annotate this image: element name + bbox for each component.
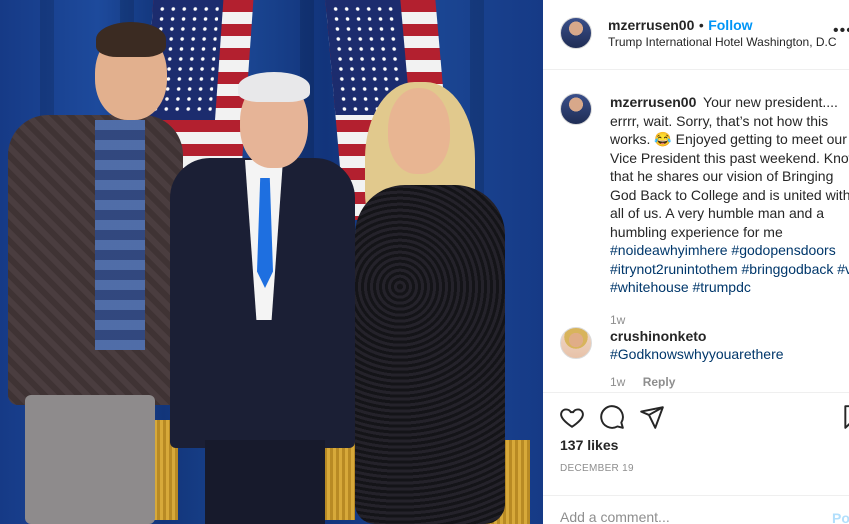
comment-username[interactable]: crushinonketo <box>610 327 849 345</box>
caption-text: Your new president.... errrr, wait. Sorr… <box>610 94 849 240</box>
post-detail-panel: mzerrusen00 • Follow Trump International… <box>543 0 849 524</box>
person-right <box>330 0 530 524</box>
add-comment-input[interactable] <box>560 509 800 524</box>
author-username[interactable]: mzerrusen00 <box>608 17 694 33</box>
post-caption: mzerrusen00 Your new president.... errrr… <box>610 93 849 329</box>
caption-hashtags[interactable]: #noideawhyimhere #godopensdoors #itrynot… <box>610 242 849 295</box>
comment-age[interactable]: 1w <box>610 375 625 389</box>
comment-text[interactable]: #Godknowswhyyouarethere <box>610 345 849 363</box>
post-header: mzerrusen00 • Follow Trump International… <box>543 0 849 70</box>
share-icon[interactable] <box>639 404 665 430</box>
author-avatar[interactable] <box>560 17 592 49</box>
post-photo[interactable] <box>0 0 543 524</box>
location-link[interactable]: Trump International Hotel Washington, D.… <box>608 35 837 49</box>
more-options-icon[interactable]: ••• <box>833 22 849 40</box>
comment-item: crushinonketo #Godknowswhyyouarethere <box>610 327 849 363</box>
post-comment-button[interactable]: Post <box>832 510 849 524</box>
follow-button[interactable]: Follow <box>708 17 752 33</box>
reply-button[interactable]: Reply <box>643 375 676 389</box>
caption-username[interactable]: mzerrusen00 <box>610 94 696 110</box>
heart-icon[interactable] <box>559 404 585 430</box>
separator-dot: • <box>698 17 704 33</box>
comment-icon[interactable] <box>599 404 625 430</box>
caption-avatar[interactable] <box>560 93 592 125</box>
add-comment-bar: Post <box>543 495 849 524</box>
bookmark-icon[interactable] <box>841 404 849 430</box>
post-date[interactable]: DECEMBER 19 <box>560 463 634 474</box>
commenter-avatar[interactable] <box>560 327 592 359</box>
comment-meta: 1w Reply <box>610 375 689 389</box>
author-line: mzerrusen00 • Follow <box>608 17 753 35</box>
post-actions-section: 137 likes DECEMBER 19 Post <box>543 392 849 524</box>
likes-count[interactable]: 137 likes <box>560 437 618 453</box>
